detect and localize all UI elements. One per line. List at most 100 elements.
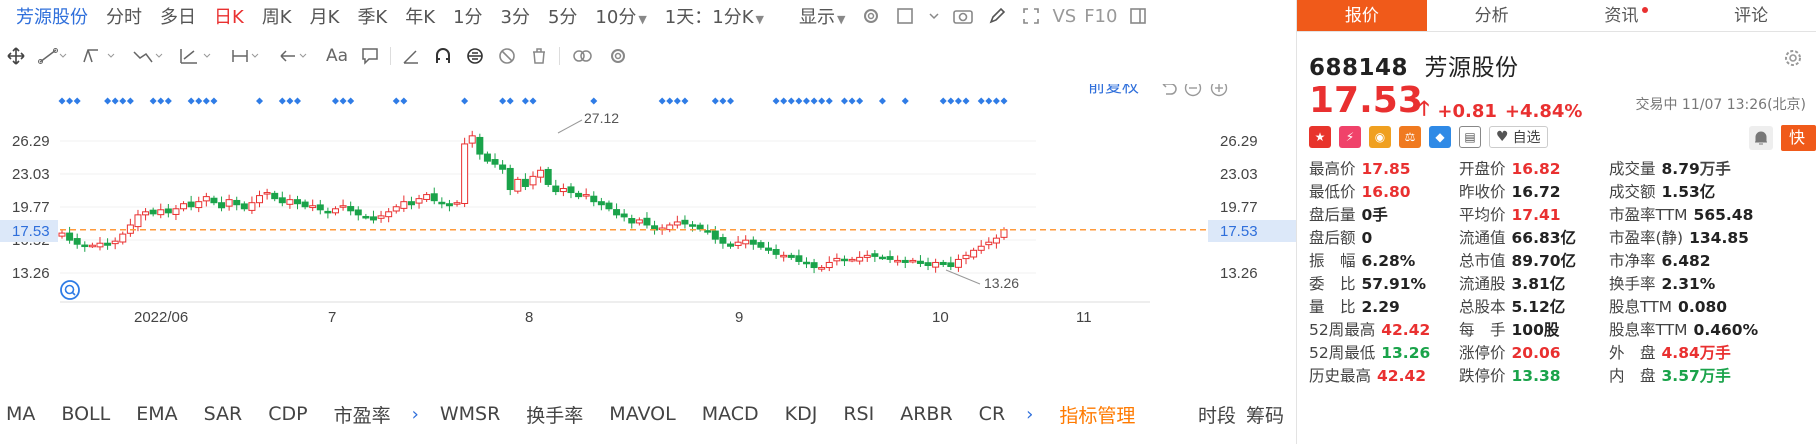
tag-icon[interactable]: ◆ xyxy=(1429,126,1451,148)
wave-tool-icon[interactable] xyxy=(126,43,172,69)
period-quarter-k[interactable]: 季K xyxy=(348,3,396,29)
event-marker[interactable] xyxy=(780,97,788,105)
event-marker[interactable] xyxy=(149,97,157,105)
hide-drawings-icon[interactable] xyxy=(491,43,523,69)
event-marker[interactable] xyxy=(104,97,112,105)
lightning-icon[interactable]: ⚡ xyxy=(1339,126,1361,148)
event-marker[interactable] xyxy=(347,97,355,105)
channel-tool-icon[interactable] xyxy=(74,43,126,69)
period-5min[interactable]: 5分 xyxy=(539,3,586,29)
line-tool-icon[interactable] xyxy=(32,43,74,69)
event-marker[interactable] xyxy=(878,97,886,105)
trash-icon[interactable] xyxy=(523,43,555,69)
event-marker[interactable] xyxy=(66,97,74,105)
period-range-button[interactable]: 时段 xyxy=(1198,401,1236,428)
indicator-manage-button[interactable]: 指标管理 xyxy=(1041,401,1135,428)
indicator-tab[interactable]: CR xyxy=(966,403,1018,425)
indicator-tab[interactable]: CDP xyxy=(255,403,320,425)
event-marker[interactable] xyxy=(529,97,537,105)
event-marker[interactable] xyxy=(856,97,864,105)
event-marker[interactable] xyxy=(719,97,727,105)
indicator-tab[interactable]: EMA xyxy=(123,403,190,425)
event-marker[interactable] xyxy=(962,97,970,105)
settings-icon[interactable] xyxy=(859,4,883,28)
zoom-in-icon[interactable] xyxy=(1210,84,1228,97)
period-month-k[interactable]: 月K xyxy=(301,3,349,29)
event-marker[interactable] xyxy=(787,97,795,105)
event-marker[interactable] xyxy=(772,97,780,105)
indicator-tab[interactable]: ARBR xyxy=(887,403,965,425)
balance-icon[interactable]: ⚖ xyxy=(1399,126,1421,148)
undo-icon[interactable] xyxy=(1162,84,1177,95)
event-marker[interactable] xyxy=(392,97,400,105)
event-marker[interactable] xyxy=(521,97,529,105)
search-icon[interactable] xyxy=(60,280,80,300)
sidebar-toggle-icon[interactable] xyxy=(1126,4,1150,28)
zoom-out-icon[interactable] xyxy=(1184,84,1202,97)
vs-button[interactable]: VS xyxy=(1048,6,1080,27)
indicator-tab[interactable]: SAR xyxy=(191,403,256,425)
text-tool[interactable]: Aa xyxy=(320,43,354,69)
event-marker[interactable] xyxy=(157,97,165,105)
event-marker[interactable] xyxy=(985,97,993,105)
event-marker[interactable] xyxy=(711,97,719,105)
event-marker[interactable] xyxy=(210,97,218,105)
lock-icon[interactable] xyxy=(459,43,491,69)
event-marker[interactable] xyxy=(901,97,909,105)
fibonacci-tool-icon[interactable] xyxy=(172,43,224,69)
event-marker[interactable] xyxy=(461,97,469,105)
indicator-tab[interactable]: BOLL xyxy=(48,403,123,425)
chevron-right-icon[interactable]: › xyxy=(404,404,427,425)
quick-trade-button[interactable]: 快捷交易 xyxy=(1781,125,1816,225)
comment-icon[interactable] xyxy=(354,43,386,69)
document-icon[interactable]: ▤ xyxy=(1459,126,1481,148)
event-marker[interactable] xyxy=(1000,97,1008,105)
period-10min[interactable]: 10分 ▼ xyxy=(586,3,655,29)
event-marker[interactable] xyxy=(673,97,681,105)
move-icon[interactable] xyxy=(0,43,32,69)
event-marker[interactable] xyxy=(947,97,955,105)
event-marker[interactable] xyxy=(126,97,134,105)
indicator-tab[interactable]: MAVOL xyxy=(596,403,688,425)
event-marker[interactable] xyxy=(119,97,127,105)
event-marker[interactable] xyxy=(164,97,172,105)
indicator-tab[interactable]: KDJ xyxy=(772,403,831,425)
event-marker[interactable] xyxy=(73,97,81,105)
china-flag-icon[interactable]: ★ xyxy=(1309,126,1331,148)
chips-button[interactable]: 筹码 xyxy=(1246,401,1284,428)
event-marker[interactable] xyxy=(840,97,848,105)
event-marker[interactable] xyxy=(727,97,735,105)
favorite-button[interactable]: ♥ 自选 xyxy=(1489,126,1548,148)
period-day-k[interactable]: 日K xyxy=(205,3,253,29)
measure-tool-icon[interactable] xyxy=(224,43,272,69)
period-3min[interactable]: 3分 xyxy=(492,3,539,29)
ruler-icon[interactable] xyxy=(395,43,427,69)
event-marker[interactable] xyxy=(590,97,598,105)
chevron-right-icon[interactable]: › xyxy=(1018,404,1041,425)
magnet-icon[interactable] xyxy=(427,43,459,69)
event-marker[interactable] xyxy=(499,97,507,105)
tab-analysis[interactable]: 分析 xyxy=(1427,0,1557,31)
event-marker[interactable] xyxy=(111,97,119,105)
fullscreen-icon[interactable] xyxy=(1019,4,1043,28)
event-marker[interactable] xyxy=(992,97,1000,105)
arrow-tool-icon[interactable] xyxy=(272,43,320,69)
chevron-down-icon[interactable] xyxy=(927,4,941,28)
indicator-tab[interactable]: MACD xyxy=(689,403,772,425)
event-marker[interactable] xyxy=(802,97,810,105)
period-week-k[interactable]: 周K xyxy=(253,3,301,29)
event-marker[interactable] xyxy=(278,97,286,105)
kline-chart[interactable]: 26.29 23.03 19.77 16.52 13.26 17.53 26.2… xyxy=(0,84,1296,394)
event-marker[interactable] xyxy=(848,97,856,105)
event-marker[interactable] xyxy=(825,97,833,105)
event-marker[interactable] xyxy=(681,97,689,105)
bell-icon[interactable] xyxy=(1749,126,1773,150)
event-marker[interactable] xyxy=(939,97,947,105)
event-marker[interactable] xyxy=(658,97,666,105)
event-marker[interactable] xyxy=(339,97,347,105)
tab-comments[interactable]: 评论 xyxy=(1686,0,1816,31)
event-marker[interactable] xyxy=(294,97,301,105)
adjust-selector[interactable]: 前复权 xyxy=(1088,84,1139,97)
interval-select[interactable]: 1天：1分K ▼ xyxy=(656,3,773,29)
event-marker[interactable] xyxy=(286,97,294,105)
